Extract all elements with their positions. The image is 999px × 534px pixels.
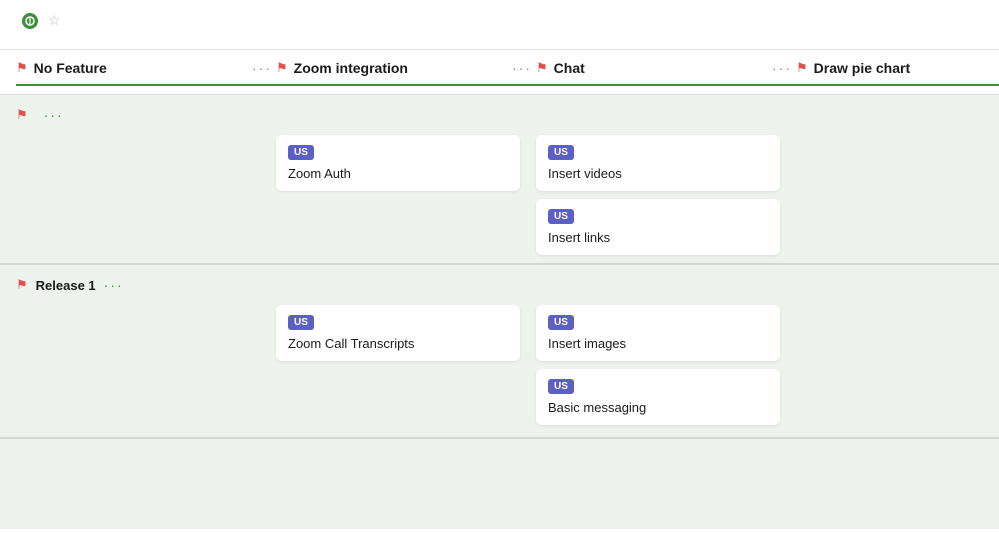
card-title: Insert videos (548, 166, 768, 181)
flag-icon: ⚑ (536, 60, 548, 76)
us-badge: US (548, 209, 574, 224)
card-title: Zoom Call Transcripts (288, 336, 508, 351)
card-title: Zoom Auth (288, 166, 508, 181)
us-badge: US (548, 379, 574, 394)
cards-col-no-feature (16, 135, 276, 255)
release-flag-icon: ⚑ (16, 277, 28, 293)
col-title-no-feature: No Feature (34, 60, 242, 76)
col-title-draw-pie-chart: Draw pie chart (814, 60, 999, 76)
page-title (16, 33, 983, 45)
board-for-line: ☆ (16, 12, 983, 29)
cards-col-chat: US Insert videos US Insert links (536, 135, 796, 255)
release-label: Release 1 (36, 278, 96, 293)
us-badge: US (548, 145, 574, 160)
no-release-columns-row: US Zoom Auth US Insert videos US Insert … (16, 135, 983, 255)
no-release-header: ⚑ ··· (16, 107, 983, 123)
star-icon[interactable]: ☆ (48, 12, 61, 29)
col-header-chat: ⚑ Chat ··· (536, 50, 796, 94)
story-card[interactable]: US Insert videos (536, 135, 780, 191)
release-columns-row: US Zoom Call Transcripts US Insert image… (16, 305, 983, 425)
cards-col-zoom-integration: US Zoom Auth (276, 135, 536, 255)
no-release-section: ⚑ ··· US Zoom Auth US Insert videos US I… (0, 95, 999, 265)
cards-col-zoom-integration: US Zoom Call Transcripts (276, 305, 536, 425)
cards-col-draw-pie-chart (796, 305, 999, 425)
col-header-no-feature: ⚑ No Feature ··· (16, 50, 276, 94)
flag-icon: ⚑ (276, 60, 288, 76)
header: ☆ ⚑ No Feature ··· ⚑ Zoom integration ··… (0, 0, 999, 95)
cards-col-chat: US Insert images US Basic messaging (536, 305, 796, 425)
story-card[interactable]: US Zoom Auth (276, 135, 520, 191)
col-dots-no-feature[interactable]: ··· (248, 58, 276, 78)
story-card[interactable]: US Zoom Call Transcripts (276, 305, 520, 361)
main-content: ⚑ ··· US Zoom Auth US Insert videos US I… (0, 95, 999, 529)
col-dots-zoom-integration[interactable]: ··· (508, 58, 536, 78)
col-dots-chat[interactable]: ··· (768, 58, 796, 78)
card-title: Basic messaging (548, 400, 768, 415)
flag-icon: ⚑ (796, 60, 808, 76)
story-card[interactable]: US Insert links (536, 199, 780, 255)
col-header-zoom-integration: ⚑ Zoom integration ··· (276, 50, 536, 94)
cards-col-no-feature (16, 305, 276, 425)
us-badge: US (288, 145, 314, 160)
col-title-zoom-integration: Zoom integration (294, 60, 502, 76)
no-release-dots[interactable]: ··· (44, 107, 64, 123)
us-badge: US (548, 315, 574, 330)
flag-icon: ⚑ (16, 60, 28, 76)
release-dots[interactable]: ··· (104, 277, 124, 293)
col-header-draw-pie-chart: ⚑ Draw pie chart ··· (796, 50, 999, 94)
releases-container: ⚑ Release 1 ··· US Zoom Call Transcripts… (0, 265, 999, 439)
release-section-release-1: ⚑ Release 1 ··· US Zoom Call Transcripts… (0, 265, 999, 439)
story-card[interactable]: US Basic messaging (536, 369, 780, 425)
story-card[interactable]: US Insert images (536, 305, 780, 361)
cards-col-draw-pie-chart (796, 135, 999, 255)
product-icon (22, 13, 38, 29)
us-badge: US (288, 315, 314, 330)
col-title-chat: Chat (554, 60, 762, 76)
release-header: ⚑ Release 1 ··· (16, 277, 983, 293)
product-dev-badge (22, 13, 42, 29)
card-title: Insert links (548, 230, 768, 245)
no-release-flag-icon: ⚑ (16, 107, 28, 123)
columns-header: ⚑ No Feature ··· ⚑ Zoom integration ··· … (0, 50, 999, 95)
card-title: Insert images (548, 336, 768, 351)
